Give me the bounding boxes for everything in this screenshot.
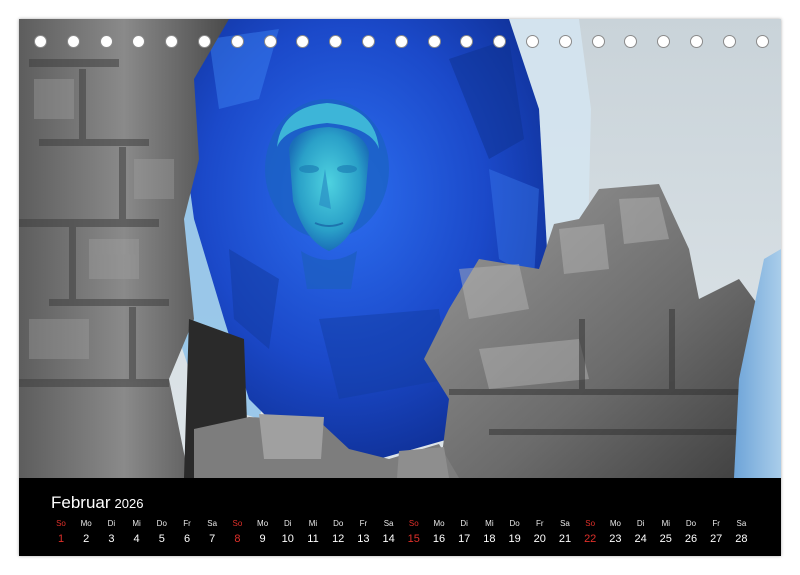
- day-cell: So 1: [49, 518, 73, 545]
- day-number: 3: [108, 533, 115, 545]
- day-cell: Di 10: [276, 518, 300, 545]
- day-number: 12: [332, 533, 345, 545]
- weekday-label: Fr: [712, 519, 720, 528]
- weekday-label: Di: [284, 519, 292, 528]
- day-cell: Mi 11: [301, 518, 325, 545]
- weekday-label: Mi: [132, 519, 141, 528]
- weekday-label: Di: [107, 519, 116, 528]
- day-cell: Di 24: [629, 518, 653, 545]
- weekday-label: So: [232, 519, 243, 528]
- day-cell: Mo 9: [251, 518, 275, 545]
- day-number: 24: [634, 533, 647, 545]
- day-cell: Sa 14: [377, 518, 401, 545]
- weekday-label: Mi: [485, 519, 494, 528]
- weekday-label: Mi: [308, 519, 318, 528]
- day-cell: Mi 25: [654, 518, 678, 545]
- day-number: 21: [558, 533, 572, 545]
- day-number: 4: [133, 533, 140, 545]
- month-title: Februar 2026: [51, 493, 143, 513]
- day-number: 13: [357, 533, 370, 545]
- day-number: 5: [158, 533, 165, 545]
- day-number: 28: [735, 533, 748, 545]
- day-number: 19: [508, 533, 521, 545]
- weekday-label: So: [56, 519, 66, 528]
- weekday-label: Mo: [80, 519, 92, 528]
- weekday-label: Do: [333, 519, 344, 528]
- weekday-label: Mo: [609, 519, 621, 528]
- day-number: 16: [432, 533, 446, 545]
- day-number: 14: [382, 533, 395, 545]
- weekday-label: Sa: [560, 519, 570, 528]
- day-number: 27: [710, 533, 723, 545]
- weekday-label: Sa: [383, 519, 394, 528]
- day-cell: Mo 23: [603, 518, 627, 545]
- day-number: 2: [83, 533, 90, 545]
- month-name: Februar: [51, 493, 111, 512]
- calendar-page: Februar 2026 So 1 Mo 2 Di 3 Mi 4 Do 5 Fr 6 Sa 7 So 8 Mo 9 D…: [19, 19, 781, 556]
- day-grid: So 1 Mo 2 Di 3 Mi 4 Do 5 Fr 6 Sa 7 So 8 Mo 9 Di 10 Mi 11 Do 12 F…: [49, 518, 759, 554]
- weekday-label: So: [408, 519, 419, 528]
- day-cell: Fr 13: [351, 518, 375, 545]
- day-number: 18: [483, 533, 496, 545]
- day-number: 23: [609, 533, 622, 545]
- weekday-label: Do: [685, 519, 697, 528]
- weekday-label: Do: [156, 519, 167, 528]
- day-cell: Fr 20: [528, 518, 552, 545]
- weekday-label: Fr: [359, 519, 368, 528]
- day-number: 15: [407, 533, 420, 545]
- weekday-label: Mo: [257, 519, 269, 528]
- day-number: 8: [234, 533, 241, 545]
- calendar-strip: Februar 2026 So 1 Mo 2 Di 3 Mi 4 Do 5 Fr 6 Sa 7 So 8 Mo 9 D…: [19, 478, 781, 556]
- day-cell: Mi 18: [477, 518, 501, 545]
- day-number: 6: [183, 533, 191, 545]
- day-number: 10: [281, 533, 294, 545]
- day-cell: Fr 6: [175, 518, 199, 545]
- weekday-label: Mi: [661, 519, 671, 528]
- day-number: 20: [533, 533, 546, 545]
- weekday-label: Sa: [736, 519, 747, 528]
- weekday-label: Di: [460, 519, 468, 528]
- day-cell: Sa 7: [200, 518, 224, 545]
- weekday-label: Sa: [207, 519, 218, 528]
- day-number: 17: [458, 533, 471, 545]
- photo-blue-glass-face-ruins: [19, 19, 781, 478]
- day-cell: Fr 27: [704, 518, 728, 545]
- day-number: 9: [259, 533, 266, 545]
- day-number: 1: [57, 533, 65, 545]
- day-number: 22: [584, 533, 597, 545]
- weekday-label: Di: [636, 519, 645, 528]
- day-cell: Mo 16: [427, 518, 451, 545]
- month-year: 2026: [114, 496, 144, 511]
- day-cell: Di 17: [452, 518, 476, 545]
- day-cell: Sa 21: [553, 518, 577, 545]
- weekday-label: So: [585, 519, 596, 528]
- photo-illustration: [19, 19, 781, 478]
- day-number: 26: [684, 533, 698, 545]
- weekday-label: Do: [509, 519, 520, 528]
- day-cell: So 22: [578, 518, 602, 545]
- weekday-label: Fr: [183, 519, 191, 528]
- day-cell: Do 5: [150, 518, 174, 545]
- day-cell: Di 3: [99, 518, 123, 545]
- day-cell: So 15: [402, 518, 426, 545]
- day-cell: Mo 2: [74, 518, 98, 545]
- day-cell: Sa 28: [729, 518, 753, 545]
- day-cell: Do 26: [679, 518, 703, 545]
- day-number: 11: [307, 533, 319, 545]
- day-number: 7: [209, 533, 216, 545]
- day-cell: Mi 4: [125, 518, 149, 545]
- weekday-label: Fr: [536, 519, 544, 528]
- weekday-label: Mo: [433, 519, 445, 528]
- day-cell: So 8: [225, 518, 249, 545]
- day-cell: Do 12: [326, 518, 350, 545]
- day-number: 25: [659, 533, 672, 545]
- day-cell: Do 19: [503, 518, 527, 545]
